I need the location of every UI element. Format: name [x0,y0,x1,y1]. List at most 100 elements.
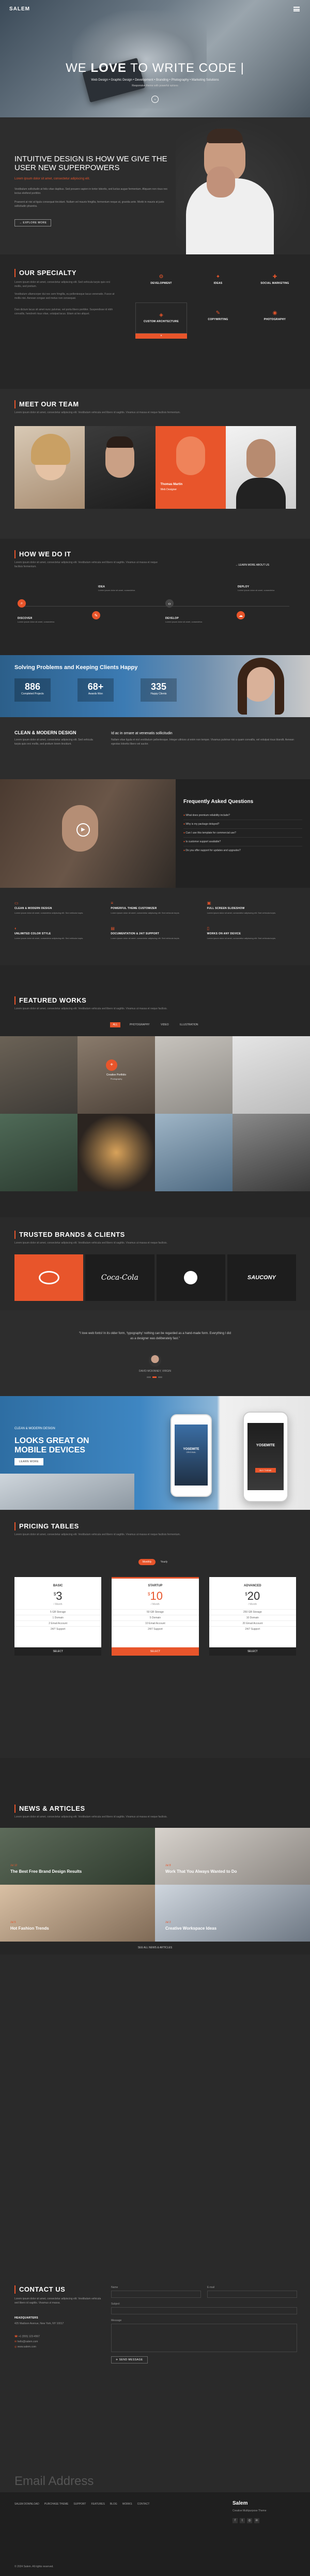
step-support[interactable]: ☁ [237,611,245,619]
pricing-card-advanced: ADVANCED $20 / Month 250 GB Storage 10 Do… [209,1577,296,1656]
contact-email[interactable]: ✉ hello@salem.com [14,2340,38,2344]
team-member-featured[interactable]: Thomas Martin Web Designer [155,426,226,509]
work-item-featured[interactable]: + Creative Portfolio Photography [78,1036,155,1114]
news-card[interactable]: Hot Fashion Trends Jul 5 [0,1885,155,1942]
footer: SALEM DOWNLOAD PURCHASE THEME SUPPORT FEATU… [0,2492,310,2576]
footer-link[interactable]: SUPPORT [73,2503,86,2506]
specialty-item-4[interactable]: ◈ CUSTOM ARCHITECTURE [135,302,187,334]
faq-item[interactable]: ● Why is my package delayed? [183,820,302,829]
email-subscribe-field[interactable]: Email Address [14,2474,94,2489]
select-button[interactable]: SELECT [112,1647,199,1656]
twitter-icon[interactable]: t [240,2518,245,2523]
testimonial-dots[interactable] [147,1376,162,1378]
faq-item[interactable]: ● Can I use this template for commercial… [183,829,302,838]
contact-web[interactable]: ◎ www.salem.com [14,2345,36,2349]
email-field[interactable] [207,2291,297,2298]
brand-logo[interactable] [14,1254,84,1301]
filter-video[interactable]: VIDEO [161,1023,169,1026]
play-icon[interactable]: ▶ [76,823,90,837]
faq-list: ● What does premium reliability include?… [183,811,302,855]
work-hover-icon[interactable]: + [106,1059,117,1071]
instagram-icon[interactable]: ◎ [247,2518,252,2523]
specialty-item-2[interactable]: ✦ IDEAS [192,274,244,285]
intro-body-1: Vestibulum sollicitudin at felis vitae d… [14,188,168,195]
explore-button[interactable]: → EXPLORE MORE [14,219,52,226]
bulb-icon: ✦ [215,274,221,280]
video-thumbnail[interactable]: ▶ [0,779,176,888]
news-more-link[interactable]: SEE ALL NEWS & ARTICLES [0,1946,310,1949]
learn-more-link[interactable]: → LEARN MORE ABOUT US [235,564,269,567]
footer-link[interactable]: PURCHASE THEME [44,2503,69,2506]
select-button[interactable]: SELECT [209,1647,296,1656]
brands-row: Coca-Cola SAUCONY [14,1254,296,1301]
intro-body-2: Praesent at nisi at ligula consequat tin… [14,201,164,208]
work-item[interactable] [233,1114,310,1191]
step-deploy[interactable]: DEPLOY Lorem ipsum dolor sit amet, consec… [238,585,279,593]
team-member-role: Web Designer [160,488,177,491]
news-title: NEWS & ARTICLES [14,1805,85,1813]
hamburger-icon[interactable] [293,7,300,11]
work-item[interactable] [155,1036,233,1114]
news-card[interactable]: Creative Workspace Ideas Jul 2 [155,1885,310,1942]
book-icon: ▤ [111,926,115,931]
scroll-down-icon[interactable]: ⌄ [151,96,159,103]
filter-all[interactable]: ALL [110,1022,121,1027]
works-filters: ALL PHOTOGRAPHY VIDEO ILLUSTRATION [0,1022,310,1027]
specialty-item-1[interactable]: ⚙ DEVELOPMENT [135,274,187,285]
faq-item[interactable]: ● Is customer support available? [183,838,302,846]
devices-label: CLEAN & MODERN DESIGN [14,1427,55,1430]
step-design[interactable]: ✎ [92,611,100,619]
step-idea[interactable]: IDEA Lorem ipsum dolor sit amet, consecte… [98,585,140,593]
work-item[interactable] [0,1036,78,1114]
specialty-item-3[interactable]: ✚ SOCIAL MARKETING [249,274,301,285]
process-line [21,606,289,607]
footer-link[interactable]: SALEM DOWNLOAD [14,2503,39,2506]
specialty-item-5[interactable]: ✎ COPYWRITING [192,310,244,321]
brand-logo[interactable] [156,1254,225,1301]
select-button[interactable]: SELECT [14,1647,102,1656]
filter-illustration[interactable]: ILLUSTRATION [180,1023,198,1026]
work-item[interactable] [0,1114,78,1191]
team-member-2[interactable] [85,426,156,509]
team-member-name: Thomas Martin [160,483,183,486]
linkedin-icon[interactable]: in [254,2518,259,2523]
buy-theme-button[interactable]: BUY THEME [255,1468,276,1473]
subject-field[interactable] [111,2307,297,2314]
work-item[interactable] [78,1114,155,1191]
send-button[interactable]: ✈ SEND MESSAGE [111,2356,148,2363]
phone-mockup: YOSEMITE ORIGINAL [171,1414,212,1497]
step-discover[interactable]: ⌕ DISCOVER Lorem ipsum dolor sit amet, con… [18,599,59,624]
specialty-close-button[interactable]: × [135,334,187,339]
address-title: HEADQUARTERS [14,2316,38,2320]
toggle-yearly[interactable]: Yearly [157,1559,172,1565]
team-member-4[interactable] [225,426,296,509]
specialty-item-6[interactable]: ◉ PHOTOGRAPHY [249,310,301,321]
filter-photography[interactable]: PHOTOGRAPHY [130,1023,150,1026]
footer-link[interactable]: CONTACT [137,2503,150,2506]
faq-item[interactable]: ● Do you offer support for updates and u… [183,846,302,855]
work-item[interactable] [155,1114,233,1191]
brand-logo-saucony[interactable]: SAUCONY [227,1254,296,1301]
logo[interactable]: SALEM [9,6,30,12]
news-card[interactable]: The Best Free Brand Design Results Jul 12 [0,1828,155,1885]
news-card[interactable]: Work That You Always Wanted to Do Jul 8 [155,1828,310,1885]
footer-link[interactable]: BLOG [110,2503,117,2506]
brand-logo-cocacola[interactable]: Coca-Cola [85,1254,154,1301]
name-field[interactable] [111,2291,201,2298]
phone-mockup-2: YOSEMITE BUY THEME [243,1412,288,1502]
footer-link[interactable]: FEATURES [91,2503,104,2506]
footer-link[interactable]: WORKS [122,2503,132,2506]
team-member-1[interactable] [14,426,85,509]
toggle-monthly[interactable]: Monthly [138,1559,156,1565]
devices-button[interactable]: LEARN MORE [14,1458,44,1465]
faq-item[interactable]: ● What does premium reliability include? [183,811,302,820]
specialty-desc: Lorem ipsum dolor sit amet, consectetur … [14,281,111,288]
hero-title-accent: LOVE [90,61,127,75]
step-develop[interactable]: ‹› DEVELOP Lorem ipsum dolor sit amet, con… [165,599,207,624]
image-icon: ▣ [207,901,211,905]
contact-section: CONTACT US Lorem ipsum dolor sit amet, c… [0,1954,310,2492]
work-item[interactable] [233,1036,310,1114]
message-field[interactable] [111,2324,297,2352]
brands-desc: Lorem ipsum dolor sit amet, consectetur … [14,1241,167,1245]
facebook-icon[interactable]: f [233,2518,238,2523]
